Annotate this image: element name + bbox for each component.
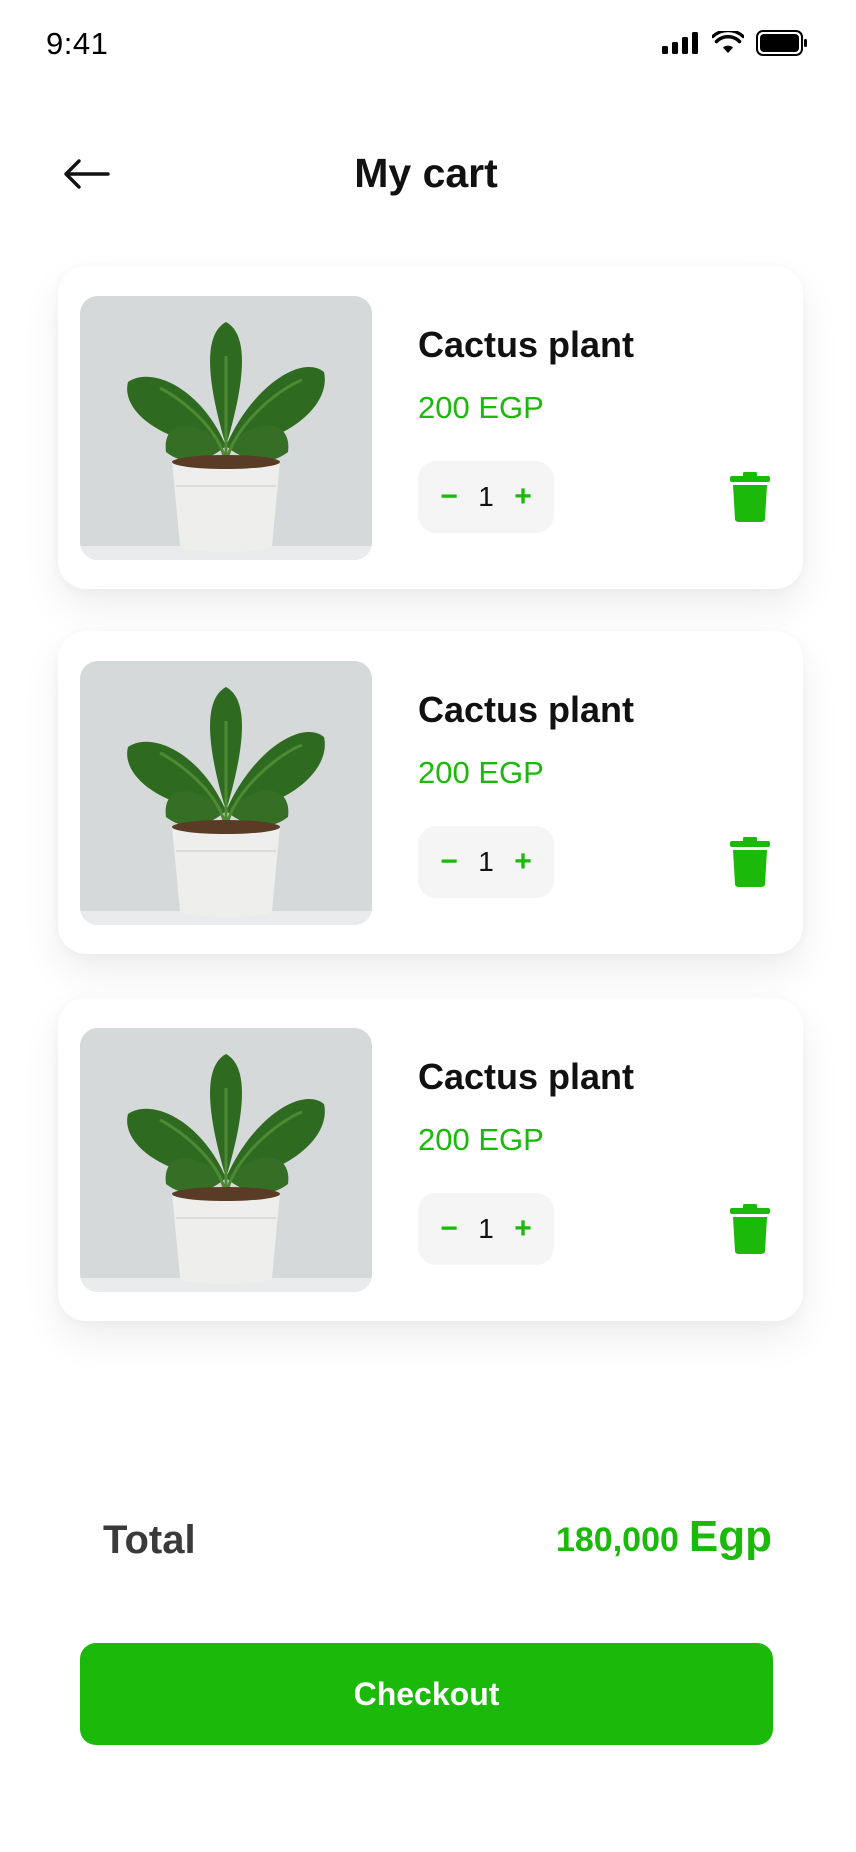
potted-plant-image <box>80 1028 372 1292</box>
decrement-button[interactable]: − <box>436 842 462 882</box>
quantity-stepper: − 1 + <box>418 1193 554 1265</box>
status-icons <box>662 30 808 56</box>
trash-icon <box>730 1204 770 1254</box>
quantity-stepper: − 1 + <box>418 461 554 533</box>
cart-item: Cactus plant 200 EGP − 1 + <box>58 266 803 589</box>
total-amount: 180,000 <box>555 1521 679 1559</box>
delete-button[interactable] <box>730 1204 770 1254</box>
decrement-button[interactable]: − <box>436 477 462 517</box>
increment-button[interactable]: + <box>510 477 536 517</box>
wifi-icon <box>712 31 744 53</box>
total-label: Total <box>103 1518 196 1562</box>
status-bar: 9:41 <box>0 0 856 92</box>
decrement-button[interactable]: − <box>436 1209 462 1249</box>
product-image <box>80 1028 372 1292</box>
product-image <box>80 296 372 560</box>
checkout-button[interactable]: Checkout <box>80 1643 773 1745</box>
product-price: 200 EGP <box>418 755 544 790</box>
total-currency: Egp <box>688 1512 772 1561</box>
trash-icon <box>730 472 770 522</box>
product-name: Cactus plant <box>418 324 635 365</box>
product-price: 200 EGP <box>418 1122 544 1157</box>
trash-icon <box>730 837 770 887</box>
product-image <box>80 661 372 925</box>
potted-plant-image <box>80 296 372 560</box>
product-name: Cactus plant <box>418 689 635 730</box>
product-name: Cactus plant <box>418 1056 635 1097</box>
delete-button[interactable] <box>730 837 770 887</box>
quantity-value: 1 <box>478 1213 494 1244</box>
signal-icon <box>662 32 698 54</box>
quantity-stepper: − 1 + <box>418 826 554 898</box>
quantity-value: 1 <box>478 846 494 877</box>
quantity-value: 1 <box>478 481 494 512</box>
cart-list: Cactus plant 200 EGP − 1 + Cactus plant … <box>58 266 803 1363</box>
total-value: 180,000 Egp <box>556 1512 772 1562</box>
battery-icon <box>756 30 807 56</box>
delete-button[interactable] <box>730 472 770 522</box>
increment-button[interactable]: + <box>510 842 536 882</box>
page-title: My cart <box>354 150 498 196</box>
cart-item: Cactus plant 200 EGP − 1 + <box>58 998 803 1321</box>
product-price: 200 EGP <box>418 390 544 425</box>
potted-plant-image <box>80 661 372 925</box>
cart-item: Cactus plant 200 EGP − 1 + <box>58 631 803 954</box>
status-time: 9:41 <box>46 26 109 61</box>
increment-button[interactable]: + <box>510 1209 536 1249</box>
